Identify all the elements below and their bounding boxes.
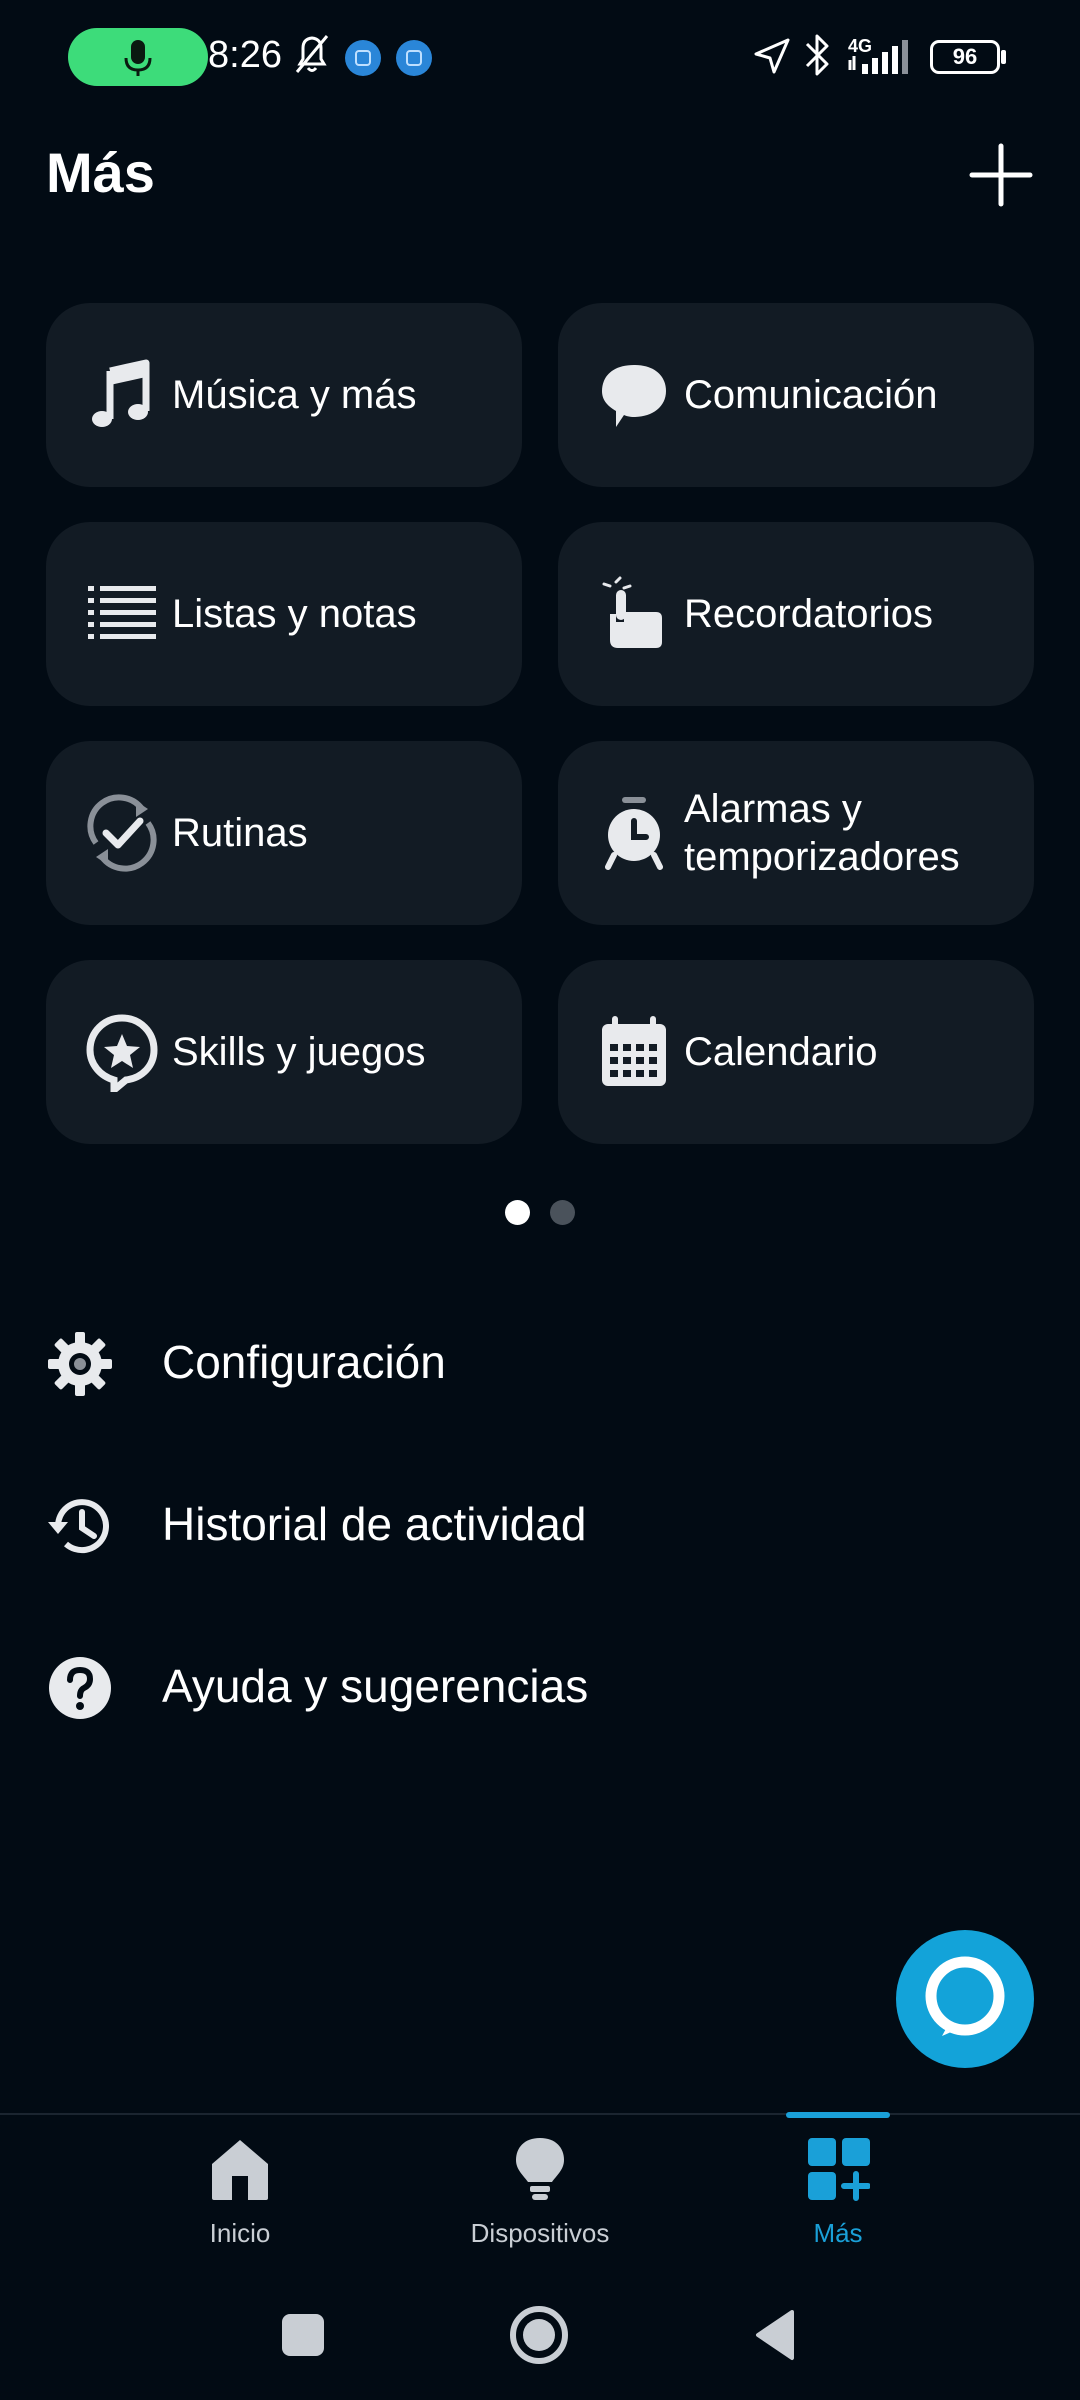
recents-icon[interactable] xyxy=(280,2312,326,2358)
list-item-label: Ayuda y sugerencias xyxy=(162,1660,589,1712)
tile-alarms[interactable]: Alarmas y temporizadores xyxy=(558,741,1034,925)
battery-icon: 96 xyxy=(930,40,1000,74)
tile-reminders[interactable]: Recordatorios xyxy=(558,522,1034,706)
reminder-hand-icon xyxy=(602,576,662,648)
page-indicator xyxy=(0,1200,1080,1226)
skills-star-icon xyxy=(86,1014,158,1092)
lightbulb-icon xyxy=(516,2138,564,2200)
tile-routines[interactable]: Rutinas xyxy=(46,741,522,925)
alexa-button[interactable] xyxy=(896,1930,1034,2068)
list-item-help[interactable]: Ayuda y sugerencias xyxy=(0,1616,1080,1756)
battery-level: 96 xyxy=(952,44,978,69)
app-notification-icon xyxy=(396,40,432,76)
page-dot[interactable] xyxy=(550,1200,575,1225)
system-navigation-bar xyxy=(0,2300,1080,2370)
nav-label: Inicio xyxy=(209,2218,271,2248)
tile-skills[interactable]: Skills y juegos xyxy=(46,960,522,1144)
history-icon xyxy=(48,1499,109,1554)
tile-label: Recordatorios xyxy=(684,592,934,636)
tile-communication[interactable]: Comunicación xyxy=(558,303,1034,487)
tile-label: Listas y notas xyxy=(172,592,417,636)
location-arrow-icon xyxy=(754,38,790,74)
mic-icon xyxy=(124,40,152,76)
tile-lists[interactable]: Listas y notas xyxy=(46,522,522,706)
plus-icon[interactable] xyxy=(966,140,1036,210)
tile-label: Calendario xyxy=(684,1030,878,1074)
tile-music[interactable]: Música y más xyxy=(46,303,522,487)
grid-plus-icon xyxy=(808,2138,870,2201)
chat-bubble-icon xyxy=(602,365,666,427)
back-icon[interactable] xyxy=(752,2308,798,2362)
list-item-history[interactable]: Historial de actividad xyxy=(0,1454,1080,1594)
gear-icon xyxy=(48,1332,112,1396)
page-dot-active[interactable] xyxy=(505,1200,530,1225)
nav-more[interactable]: Más xyxy=(728,2130,948,2260)
status-bar: 8:26 4G 96 xyxy=(0,0,1080,120)
music-note-icon xyxy=(92,359,150,427)
signal-icon xyxy=(848,40,908,74)
tile-label: Alarmas y temporizadores xyxy=(684,787,960,879)
battery-tip xyxy=(1001,50,1006,64)
app-notification-icon xyxy=(345,40,381,76)
list-item-label: Configuración xyxy=(162,1336,446,1388)
nav-active-indicator xyxy=(786,2112,890,2118)
home-button-icon[interactable] xyxy=(508,2304,570,2366)
bluetooth-icon xyxy=(805,34,829,76)
list-item-settings[interactable]: Configuración xyxy=(0,1292,1080,1432)
clock: 8:26 xyxy=(208,34,282,76)
bell-off-icon xyxy=(295,35,329,73)
nav-devices[interactable]: Dispositivos xyxy=(430,2130,650,2260)
tile-label: Skills y juegos xyxy=(172,1030,426,1074)
tile-calendar[interactable]: Calendario xyxy=(558,960,1034,1144)
list-icon xyxy=(88,586,156,639)
alarm-clock-icon xyxy=(605,797,663,870)
list-item-label: Historial de actividad xyxy=(162,1498,587,1550)
nav-label: Dispositivos xyxy=(470,2218,610,2248)
tile-label: Música y más xyxy=(172,373,417,417)
routine-refresh-icon xyxy=(87,794,157,872)
calendar-icon xyxy=(602,1016,666,1086)
nav-divider xyxy=(0,2113,1080,2115)
home-icon xyxy=(212,2140,268,2200)
mic-active-pill[interactable] xyxy=(68,28,208,86)
tile-label: Comunicación xyxy=(684,373,938,417)
nav-label: Más xyxy=(813,2218,863,2248)
help-icon xyxy=(49,1657,111,1719)
page-title: Más xyxy=(46,141,155,204)
alexa-icon xyxy=(925,1956,1005,2036)
tile-label: Rutinas xyxy=(172,811,308,855)
nav-home[interactable]: Inicio xyxy=(130,2130,350,2260)
